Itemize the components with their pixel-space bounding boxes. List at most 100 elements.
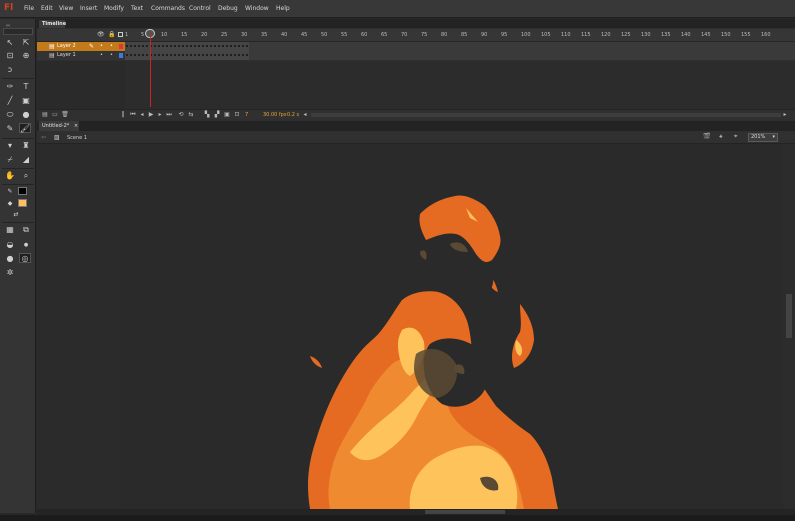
- ruler-tick-label: 95: [501, 32, 508, 38]
- lock-dot-icon[interactable]: •: [110, 52, 113, 58]
- visible-dot-icon[interactable]: •: [100, 52, 103, 58]
- oval-icon[interactable]: ⬭: [4, 110, 16, 120]
- tab-timeline[interactable]: Timeline: [39, 20, 66, 28]
- stage-canvas[interactable]: [120, 144, 783, 509]
- paint-bucket-icon[interactable]: ▾: [4, 141, 16, 151]
- layer-color-icon[interactable]: [119, 44, 123, 49]
- layer-frames[interactable]: [125, 42, 795, 51]
- delete-layer-icon[interactable]: 🗑: [61, 111, 69, 118]
- ruler-tick-label: 70: [401, 32, 408, 38]
- modify-markers-icon[interactable]: ⊡: [233, 111, 241, 118]
- layer-name-cell[interactable]: ▤ Layer 1 • •: [37, 51, 125, 60]
- ruler-tick-label: 1: [125, 32, 129, 38]
- layer-name-cell[interactable]: ▤ Layer 2 ✎ • •: [37, 42, 125, 51]
- menu-modify[interactable]: Modify: [104, 5, 124, 12]
- ruler-tick-label: 130: [641, 32, 651, 38]
- layer-frames[interactable]: [125, 51, 795, 60]
- ink-bottle-icon[interactable]: ♜: [20, 141, 32, 151]
- fill-color-swatch[interactable]: [18, 199, 27, 207]
- outline-icon[interactable]: [118, 32, 123, 37]
- menu-file[interactable]: File: [24, 5, 34, 12]
- pencil-icon[interactable]: ✎: [4, 124, 16, 134]
- frame-ruler[interactable]: 1 5 10 15 20 25 30 35 40 45 50 55 60 65 70 75 80 85 90 95 10…: [125, 29, 795, 42]
- brush-size-icon[interactable]: ●: [20, 240, 32, 250]
- stroke-color-swatch[interactable]: [18, 187, 27, 195]
- menu-commands[interactable]: Commands: [151, 5, 185, 12]
- swap-colors-icon[interactable]: ⇄: [10, 210, 22, 220]
- goto-first-icon[interactable]: ⏮: [129, 111, 137, 119]
- menu-control[interactable]: Control: [189, 5, 211, 12]
- free-transform-icon[interactable]: ⊡: [4, 51, 16, 61]
- layer-icon: ▤: [49, 43, 55, 50]
- edit-symbol-icon[interactable]: ⚹: [719, 133, 723, 141]
- eraser-icon[interactable]: ◢: [20, 155, 32, 165]
- line-icon[interactable]: ╱: [4, 96, 16, 106]
- lock-dot-icon[interactable]: •: [110, 43, 113, 49]
- new-folder-icon[interactable]: ▭: [51, 111, 59, 118]
- selection-tool-icon[interactable]: ↖: [4, 38, 16, 48]
- tilt-icon[interactable]: ✲: [4, 268, 16, 278]
- current-frame[interactable]: 7: [245, 112, 248, 118]
- ruler-tick-label: 120: [601, 32, 611, 38]
- object-drawing-icon[interactable]: ▦: [4, 225, 16, 235]
- scroll-left-icon[interactable]: ◂: [301, 111, 309, 118]
- edit-multiple-icon[interactable]: ▣: [223, 111, 231, 118]
- onion-skin-icon[interactable]: ▚: [203, 111, 211, 118]
- timeline-hscroll[interactable]: [311, 113, 781, 117]
- step-back-icon[interactable]: ◂: [138, 111, 146, 118]
- brush-mode-icon[interactable]: ◒: [4, 240, 16, 250]
- subselection-tool-icon[interactable]: ⇱: [20, 38, 32, 48]
- polystar-icon[interactable]: ●: [20, 110, 32, 120]
- frame-rate[interactable]: 30.00 fps: [263, 112, 286, 118]
- menu-edit[interactable]: Edit: [41, 5, 53, 12]
- play-icon[interactable]: ▶: [147, 111, 155, 118]
- layer-color-icon[interactable]: [119, 53, 123, 58]
- workspace-dropdown[interactable]: [3, 28, 33, 35]
- zoom-select[interactable]: 201% ▾: [748, 133, 778, 142]
- menu-window[interactable]: Window: [245, 5, 269, 12]
- brush-icon[interactable]: 🖌: [19, 123, 31, 133]
- loop-icon[interactable]: ⟲: [177, 111, 185, 118]
- 3d-rotation-icon[interactable]: ⊕: [20, 51, 32, 61]
- pressure-icon[interactable]: ◎: [19, 253, 31, 263]
- sync-icon[interactable]: ⇆: [187, 111, 195, 118]
- eyedropper-icon[interactable]: ⌿: [4, 155, 16, 165]
- new-layer-icon[interactable]: ▤: [41, 111, 49, 118]
- menu-help[interactable]: Help: [276, 5, 290, 12]
- vertical-scrollbar[interactable]: [783, 144, 795, 509]
- menu-view[interactable]: View: [59, 5, 73, 12]
- brush-shape-icon[interactable]: ●: [4, 254, 16, 264]
- tab-document[interactable]: Untitled-2* ×: [39, 121, 79, 131]
- lasso-icon[interactable]: ↄ: [4, 65, 16, 75]
- ruler-tick-label: 160: [761, 32, 771, 38]
- scene-label[interactable]: Scene 1: [67, 135, 87, 141]
- lock-icon[interactable]: 🔒: [108, 31, 115, 38]
- zoom-icon[interactable]: ⌕: [20, 171, 32, 181]
- hand-icon[interactable]: ✋: [4, 171, 16, 181]
- flame-artwork: [308, 195, 558, 509]
- menu-insert[interactable]: Insert: [80, 5, 97, 12]
- rectangle-primitive-icon[interactable]: ▣: [20, 96, 32, 106]
- menu-debug[interactable]: Debug: [218, 5, 238, 12]
- edit-scene-icon[interactable]: 🎬: [703, 133, 710, 140]
- frame-span[interactable]: [125, 51, 249, 60]
- onion-outline-icon[interactable]: ▞: [213, 111, 221, 118]
- back-arrow-icon[interactable]: ⇦: [41, 134, 46, 141]
- visible-dot-icon[interactable]: •: [100, 43, 103, 49]
- menu-text[interactable]: Text: [131, 5, 143, 12]
- center-stage-icon[interactable]: ⌖: [734, 133, 737, 141]
- lock-fill-icon[interactable]: ⧉: [20, 225, 32, 235]
- center-frame-icon[interactable]: ‖: [119, 111, 127, 118]
- pen-icon[interactable]: ✑: [4, 82, 16, 92]
- hscroll-thumb[interactable]: [425, 510, 505, 514]
- scroll-right-icon[interactable]: ▸: [781, 111, 789, 118]
- vscroll-thumb[interactable]: [786, 294, 792, 338]
- close-icon[interactable]: ×: [74, 123, 78, 129]
- step-forward-icon[interactable]: ▸: [156, 111, 164, 118]
- chevron-down-icon: ▾: [772, 134, 775, 140]
- text-icon[interactable]: T: [20, 82, 32, 92]
- frame-span[interactable]: [125, 42, 249, 51]
- goto-last-icon[interactable]: ⏭: [165, 111, 173, 119]
- stroke-color-icon: ✎: [7, 188, 13, 195]
- eye-icon[interactable]: 👁: [97, 31, 105, 38]
